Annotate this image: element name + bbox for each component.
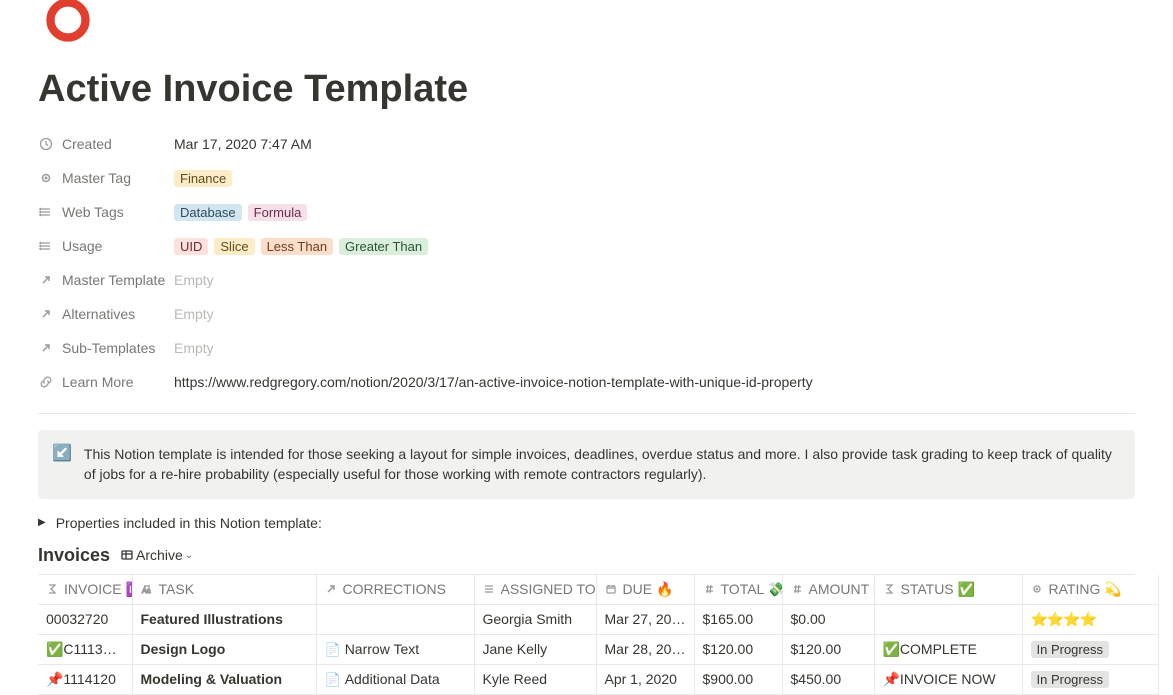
cell-amount-paid[interactable]: $450.00 bbox=[782, 664, 874, 694]
clock-icon bbox=[38, 136, 54, 152]
cell-status[interactable]: ✅COMPLETE bbox=[874, 634, 1022, 664]
property-label: Sub-Templates bbox=[62, 340, 155, 356]
cell-rating[interactable]: In Progress bbox=[1022, 664, 1158, 694]
property-usage[interactable]: Usage UID Slice Less Than Greater Than bbox=[38, 231, 1135, 261]
cell-task[interactable]: Modeling & Valuation bbox=[132, 664, 316, 694]
page-logo bbox=[38, 0, 98, 50]
cell-due[interactable]: Mar 28, 2020 bbox=[596, 634, 694, 664]
page-title[interactable]: Active Invoice Template bbox=[38, 68, 1135, 111]
property-value: Empty bbox=[174, 306, 214, 322]
invoices-table: INVOICE 🆔 AaTASK CORRECTIONS ASSIGNED TO… bbox=[38, 575, 1159, 695]
tag-finance[interactable]: Finance bbox=[174, 170, 232, 187]
cell-rating[interactable]: In Progress bbox=[1022, 634, 1158, 664]
column-status[interactable]: STATUS ✅ bbox=[874, 575, 1022, 605]
tag-icon bbox=[1031, 583, 1043, 595]
property-alternatives[interactable]: Alternatives Empty bbox=[38, 299, 1135, 329]
list-icon bbox=[38, 204, 54, 220]
cell-due[interactable]: Apr 1, 2020 bbox=[596, 664, 694, 694]
divider bbox=[38, 413, 1135, 414]
relation-arrow-icon bbox=[38, 340, 54, 356]
cell-assigned[interactable]: Jane Kelly bbox=[474, 634, 596, 664]
property-value: Mar 17, 2020 7:47 AM bbox=[174, 136, 312, 152]
tag-lessthan[interactable]: Less Than bbox=[261, 238, 333, 255]
column-task[interactable]: AaTASK bbox=[132, 575, 316, 605]
column-invoice[interactable]: INVOICE 🆔 bbox=[38, 575, 132, 605]
cell-amount-paid[interactable]: $120.00 bbox=[782, 634, 874, 664]
table-icon bbox=[120, 548, 134, 562]
property-label: Alternatives bbox=[62, 306, 135, 322]
property-value: Empty bbox=[174, 272, 214, 288]
column-assigned-to[interactable]: ASSIGNED TO 👨‍🎨 bbox=[474, 575, 596, 605]
cell-assigned[interactable]: Kyle Reed bbox=[474, 664, 596, 694]
calendar-icon bbox=[605, 583, 617, 595]
property-label: Created bbox=[62, 136, 112, 152]
svg-text:Aa: Aa bbox=[142, 588, 151, 595]
database-title[interactable]: Invoices bbox=[38, 545, 110, 566]
cell-status[interactable]: 📌INVOICE NOW bbox=[874, 664, 1022, 694]
column-corrections[interactable]: CORRECTIONS bbox=[316, 575, 474, 605]
tag-greaterthan[interactable]: Greater Than bbox=[339, 238, 428, 255]
tag-database[interactable]: Database bbox=[174, 204, 242, 221]
tag-icon bbox=[38, 170, 54, 186]
cell-corrections[interactable]: 📄Narrow Text bbox=[316, 634, 474, 664]
tag-slice[interactable]: Slice bbox=[214, 238, 254, 255]
link-icon bbox=[38, 374, 54, 390]
page-icon: 📄 bbox=[325, 642, 341, 657]
table-row[interactable]: ✅C11132820 Design Logo 📄Narrow Text Jane… bbox=[38, 634, 1158, 664]
list-icon bbox=[38, 238, 54, 254]
property-label: Master Tag bbox=[62, 170, 131, 186]
callout-text: This Notion template is intended for tho… bbox=[84, 444, 1121, 485]
callout-block[interactable]: ↙️ This Notion template is intended for … bbox=[38, 430, 1135, 499]
column-due[interactable]: DUE 🔥 bbox=[596, 575, 694, 605]
column-rating[interactable]: RATING 💫 bbox=[1022, 575, 1158, 605]
table-row[interactable]: 📌1114120 Modeling & Valuation 📄Additiona… bbox=[38, 664, 1158, 694]
cell-task[interactable]: Design Logo bbox=[132, 634, 316, 664]
property-created[interactable]: Created Mar 17, 2020 7:47 AM bbox=[38, 129, 1135, 159]
page-icon: 📄 bbox=[325, 672, 341, 687]
toggle-label: Properties included in this Notion templ… bbox=[56, 515, 322, 531]
cell-total[interactable]: $900.00 bbox=[694, 664, 782, 694]
formula-icon bbox=[46, 583, 58, 595]
relation-arrow-icon bbox=[38, 306, 54, 322]
properties-list: Created Mar 17, 2020 7:47 AM Master Tag … bbox=[38, 129, 1135, 397]
cell-invoice[interactable]: ✅C11132820 bbox=[38, 634, 132, 664]
number-icon bbox=[703, 583, 715, 595]
view-switcher[interactable]: Archive ⌄ bbox=[120, 547, 193, 563]
property-label: Usage bbox=[62, 238, 102, 254]
number-icon bbox=[791, 583, 803, 595]
property-value: Empty bbox=[174, 340, 214, 356]
cell-total[interactable]: $120.00 bbox=[694, 634, 782, 664]
property-web-tags[interactable]: Web Tags Database Formula bbox=[38, 197, 1135, 227]
view-name: Archive bbox=[136, 547, 183, 563]
title-icon: Aa bbox=[141, 583, 153, 595]
tag-formula[interactable]: Formula bbox=[248, 204, 308, 221]
property-label: Master Template bbox=[62, 272, 165, 288]
chevron-down-icon: ⌄ bbox=[185, 550, 193, 561]
property-label: Learn More bbox=[62, 374, 134, 390]
list-icon bbox=[483, 583, 495, 595]
callout-icon: ↙️ bbox=[52, 444, 72, 485]
column-amount-paid[interactable]: AMOUNT PA... bbox=[782, 575, 874, 605]
relation-arrow-icon bbox=[38, 272, 54, 288]
property-master-tag[interactable]: Master Tag Finance bbox=[38, 163, 1135, 193]
relation-arrow-icon bbox=[325, 583, 337, 595]
table-header-row: INVOICE 🆔 AaTASK CORRECTIONS ASSIGNED TO… bbox=[38, 575, 1158, 605]
toggle-triangle-icon[interactable]: ▶ bbox=[38, 517, 46, 528]
cell-invoice[interactable]: 📌1114120 bbox=[38, 664, 132, 694]
property-label: Web Tags bbox=[62, 204, 124, 220]
property-value[interactable]: https://www.redgregory.com/notion/2020/3… bbox=[174, 374, 813, 390]
property-master-template[interactable]: Master Template Empty bbox=[38, 265, 1135, 295]
column-total[interactable]: TOTAL 💸 bbox=[694, 575, 782, 605]
cell-corrections[interactable]: 📄Additional Data bbox=[316, 664, 474, 694]
tag-uid[interactable]: UID bbox=[174, 238, 208, 255]
property-sub-templates[interactable]: Sub-Templates Empty bbox=[38, 333, 1135, 363]
formula-icon bbox=[883, 583, 895, 595]
property-learn-more[interactable]: Learn More https://www.redgregory.com/no… bbox=[38, 367, 1135, 397]
toggle-block[interactable]: ▶ Properties included in this Notion tem… bbox=[38, 515, 1135, 531]
